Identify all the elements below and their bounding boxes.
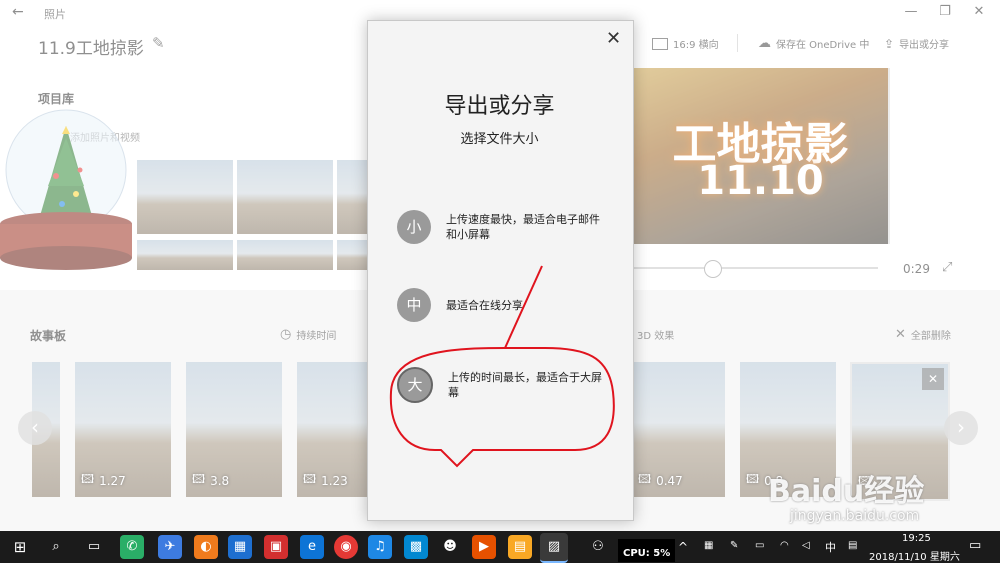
search-icon[interactable]: ⌕ bbox=[44, 535, 68, 559]
dialog-subtitle: 选择文件大小 bbox=[460, 132, 539, 147]
qq-icon[interactable]: ☻ bbox=[438, 535, 462, 559]
clock-date[interactable]: 2018/11/10 星期六 bbox=[869, 548, 960, 563]
task-view-icon[interactable]: ▭ bbox=[82, 535, 106, 559]
dialog-close-icon[interactable]: ✕ bbox=[606, 28, 621, 49]
ime-indicator[interactable]: 中 bbox=[825, 539, 836, 555]
red-annotation-callout bbox=[389, 265, 615, 468]
app-blue-icon[interactable]: ▦ bbox=[228, 535, 252, 559]
tray-input-icon[interactable]: ▤ bbox=[848, 540, 857, 551]
messenger-icon[interactable]: ✈ bbox=[158, 535, 182, 559]
file-explorer-icon[interactable]: ▤ bbox=[508, 535, 532, 559]
watermark-brand: Baidu经验 bbox=[768, 474, 925, 509]
app-headset-icon[interactable]: ♫ bbox=[368, 535, 392, 559]
battery-icon[interactable]: ▭ bbox=[755, 540, 764, 551]
size-option-text: 上传速度最快，最适合电子邮件和小屏幕 bbox=[446, 213, 600, 241]
wechat-icon[interactable]: ✆ bbox=[120, 535, 144, 559]
chrome-icon[interactable]: ◉ bbox=[334, 535, 358, 559]
app-grid-icon[interactable]: ▩ bbox=[404, 535, 428, 559]
wifi-icon[interactable]: ◠ bbox=[780, 540, 789, 551]
cpu-meter: CPU: 5% bbox=[618, 539, 676, 562]
video-player-icon[interactable]: ▶ bbox=[472, 535, 496, 559]
photos-app-icon[interactable]: ▨ bbox=[540, 533, 568, 563]
browser-icon[interactable]: ◐ bbox=[194, 535, 218, 559]
edge-icon[interactable]: e bbox=[300, 535, 324, 559]
start-windows-icon[interactable]: ⊞ bbox=[8, 535, 32, 559]
tray-ime-tool-icon[interactable]: ✎ bbox=[730, 540, 738, 551]
notification-icon[interactable]: ▭ bbox=[969, 538, 981, 553]
dialog-title: 导出或分享 bbox=[444, 94, 555, 119]
volume-icon[interactable]: ◁ bbox=[802, 540, 810, 551]
watermark-url: jingyan.baidu.com bbox=[790, 508, 920, 524]
size-option-small[interactable]: 小 上传速度最快，最适合电子邮件和小屏幕 bbox=[397, 210, 606, 244]
tray-app-icon[interactable]: ▦ bbox=[704, 540, 713, 551]
cpu-meter-label: CPU: 5% bbox=[623, 548, 671, 559]
app-red-icon[interactable]: ▣ bbox=[264, 535, 288, 559]
size-badge: 小 bbox=[397, 210, 431, 244]
tray-expand-icon[interactable]: ^ bbox=[678, 540, 688, 554]
people-icon[interactable]: ⚇ bbox=[586, 535, 610, 559]
clock-time[interactable]: 19:25 bbox=[902, 533, 931, 544]
